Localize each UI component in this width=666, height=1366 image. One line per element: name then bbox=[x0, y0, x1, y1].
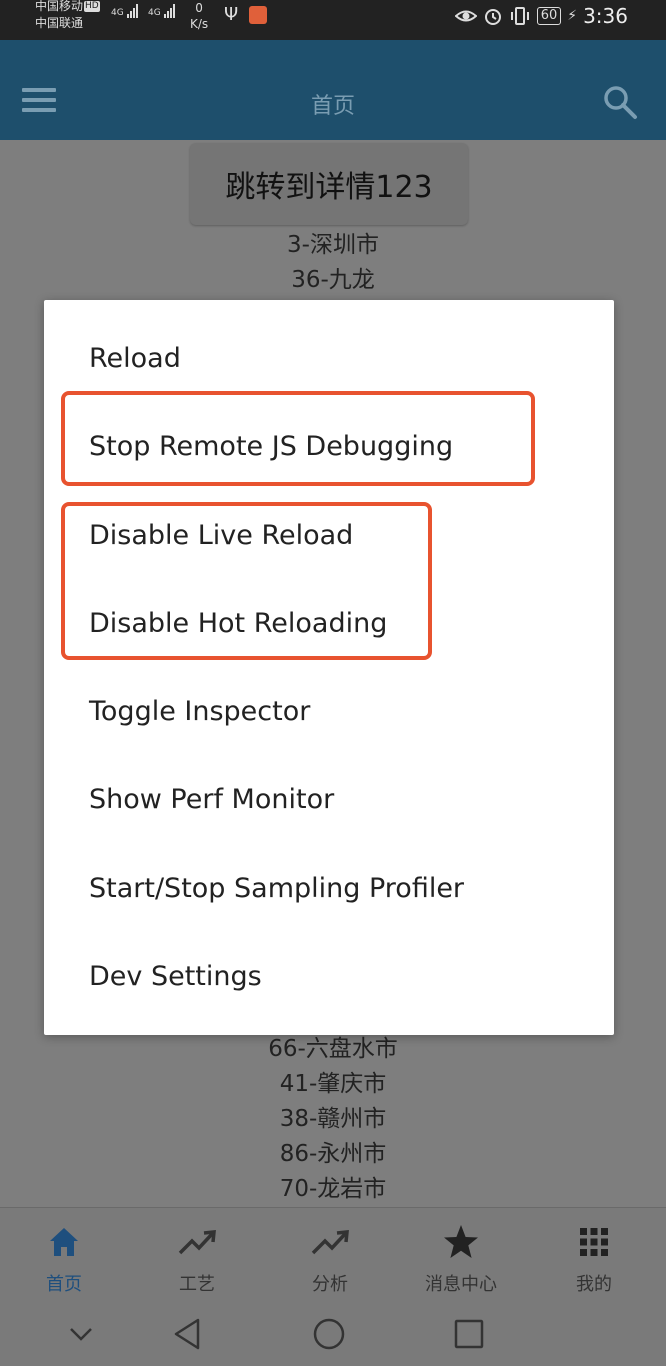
system-nav-bar bbox=[0, 1300, 666, 1366]
tab-analysis[interactable]: 分析 bbox=[280, 1208, 380, 1308]
app-notification-icon bbox=[249, 6, 267, 24]
home-circle-icon[interactable] bbox=[309, 1314, 349, 1354]
dev-menu-dialog: Reload Stop Remote JS Debugging Disable … bbox=[44, 300, 614, 1035]
clock: 3:36 bbox=[583, 4, 628, 28]
star-icon bbox=[444, 1225, 478, 1258]
city-list-top: 3-深圳市 36-九龙 bbox=[0, 228, 666, 298]
bottom-tab-bar: 首页 工艺 分析 消息中心 我的 bbox=[0, 1207, 666, 1308]
menu-item-show-perf-monitor[interactable]: Show Perf Monitor bbox=[89, 780, 334, 820]
list-item: 86-永州市 bbox=[279, 1141, 387, 1167]
net-speed: 0 K/s bbox=[190, 1, 209, 31]
grid-icon bbox=[580, 1228, 608, 1256]
city-list-bottom: 66-六盘水市 41-肇庆市 38-赣州市 86-永州市 70-龙岩市 bbox=[0, 1032, 666, 1207]
trending-up-icon bbox=[311, 1230, 349, 1255]
status-right: 60 ⚡ 3:36 bbox=[454, 4, 628, 28]
vibrate-icon bbox=[510, 7, 529, 25]
eye-icon bbox=[454, 10, 477, 22]
carrier-info: 中国移动 HD 中国联通 bbox=[35, 0, 100, 32]
battery-icon: 60 bbox=[536, 7, 562, 25]
list-item: 66-六盘水市 bbox=[268, 1036, 398, 1062]
back-icon[interactable] bbox=[168, 1314, 208, 1354]
menu-item-toggle-inspector[interactable]: Toggle Inspector bbox=[89, 692, 310, 732]
list-item: 3-深圳市 bbox=[287, 232, 379, 258]
carrier-1: 中国移动 bbox=[35, 0, 84, 13]
list-item: 70-龙岩市 bbox=[279, 1176, 387, 1202]
trending-up-icon bbox=[178, 1230, 216, 1255]
usb-icon: Ψ bbox=[224, 4, 239, 25]
list-item: 36-九龙 bbox=[291, 267, 375, 293]
highlight-box-debugging bbox=[61, 391, 535, 486]
search-icon[interactable] bbox=[602, 84, 638, 120]
tab-process[interactable]: 工艺 bbox=[147, 1208, 247, 1308]
jump-to-detail-button[interactable]: 跳转到详情123 bbox=[190, 143, 468, 225]
alarm-icon bbox=[484, 9, 501, 25]
highlight-box-reload-options bbox=[61, 502, 432, 660]
list-item: 41-肇庆市 bbox=[279, 1071, 387, 1097]
carrier-2: 中国联通 bbox=[35, 16, 84, 30]
page-title: 首页 bbox=[310, 94, 355, 119]
menu-item-reload[interactable]: Reload bbox=[89, 339, 181, 379]
hd-badge: HD bbox=[84, 1, 100, 12]
tab-messages[interactable]: 消息中心 bbox=[411, 1208, 511, 1308]
list-item: 38-赣州市 bbox=[279, 1106, 387, 1132]
status-bar: 中国移动 HD 中国联通 4G 4G 0 K/s Ψ 60 ⚡ 3:36 bbox=[0, 0, 666, 40]
menu-item-sampling-profiler[interactable]: Start/Stop Sampling Profiler bbox=[89, 869, 464, 909]
charging-icon: ⚡ bbox=[567, 8, 578, 24]
app-bar: 首页 bbox=[0, 40, 666, 140]
recents-icon[interactable] bbox=[449, 1314, 489, 1354]
menu-item-dev-settings[interactable]: Dev Settings bbox=[89, 957, 262, 997]
tab-home[interactable]: 首页 bbox=[14, 1208, 114, 1308]
signal-2-icon: 4G bbox=[148, 4, 175, 18]
signal-1-icon: 4G bbox=[111, 4, 138, 18]
collapse-chevron-icon[interactable] bbox=[61, 1314, 101, 1354]
tab-mine[interactable]: 我的 bbox=[544, 1208, 644, 1308]
home-icon bbox=[50, 1228, 78, 1256]
